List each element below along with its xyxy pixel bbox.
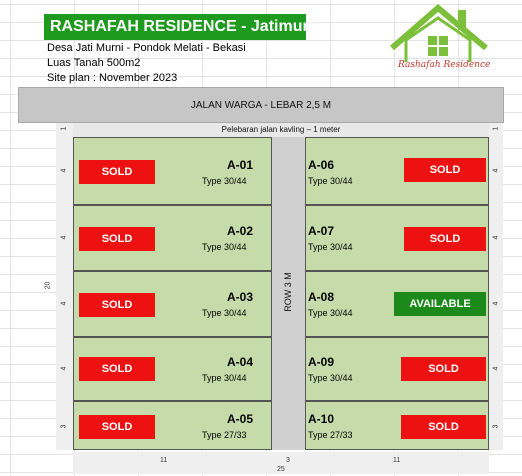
lot-id: A-07 xyxy=(308,224,335,238)
lot-a-09[interactable]: A-09 Type 30/44 SOLD xyxy=(305,337,489,401)
lot-id: A-08 xyxy=(308,290,335,304)
dimension-row-3: 4 xyxy=(60,301,68,306)
dimension-row-width: 3 xyxy=(286,457,290,464)
dimension-total-width: 25 xyxy=(277,466,285,473)
dimension-row-2-right: 4 xyxy=(492,235,500,240)
lot-id: A-05 xyxy=(227,412,254,426)
status-badge: SOLD xyxy=(79,227,155,251)
main-road: JALAN WARGA - LEBAR 2,5 M xyxy=(18,87,504,123)
dimension-row-1: 4 xyxy=(60,168,68,173)
lot-a-03[interactable]: SOLD A-03 Type 30/44 xyxy=(73,271,272,337)
dimension-row-4: 4 xyxy=(60,366,68,371)
lot-id: A-03 xyxy=(227,290,254,304)
lot-a-06[interactable]: A-06 Type 30/44 SOLD xyxy=(305,137,489,205)
lot-id: A-09 xyxy=(308,355,335,369)
dimension-row-2: 4 xyxy=(60,235,68,240)
logo-wordmark: Rashafah Residence xyxy=(398,60,491,70)
lot-id: A-02 xyxy=(227,224,254,238)
lot-a-07[interactable]: A-07 Type 30/44 SOLD xyxy=(305,205,489,271)
lot-a-04[interactable]: SOLD A-04 Type 30/44 xyxy=(73,337,272,401)
lot-type: Type 30/44 xyxy=(308,373,353,383)
status-badge: SOLD xyxy=(401,415,486,439)
lot-a-02[interactable]: SOLD A-02 Type 30/44 xyxy=(73,205,272,271)
status-badge: SOLD xyxy=(401,357,486,381)
lot-type: Type 27/33 xyxy=(308,430,353,440)
lot-id: A-10 xyxy=(308,412,335,426)
status-badge: SOLD xyxy=(404,227,486,251)
road-widening-strip: Pelebaran jalan kavling – 1 meter xyxy=(73,123,489,137)
dimension-row-4-right: 4 xyxy=(492,366,500,371)
lot-type: Type 30/44 xyxy=(202,176,247,186)
lot-a-08[interactable]: A-08 Type 30/44 AVAILABLE xyxy=(305,271,489,337)
dimension-right-col: 11 xyxy=(393,457,401,464)
page-title: RASHAFAH RESIDENCE - Jatimurni xyxy=(44,14,323,40)
dimension-left-col: 11 xyxy=(160,457,168,464)
lot-a-01[interactable]: SOLD A-01 Type 30/44 xyxy=(73,137,272,205)
status-badge: AVAILABLE xyxy=(394,292,486,316)
status-badge: SOLD xyxy=(404,158,486,182)
status-badge: SOLD xyxy=(79,357,155,381)
dimension-top-margin: 1 xyxy=(60,126,68,131)
address-text: Desa Jati Murni - Pondok Melati - Bekasi xyxy=(47,42,246,54)
land-area-text: Luas Tanah 500m2 xyxy=(47,57,141,69)
dimension-row-5: 3 xyxy=(60,424,68,429)
status-badge: SOLD xyxy=(79,160,155,184)
dimension-row-5-right: 3 xyxy=(492,424,500,429)
lot-a-10[interactable]: A-10 Type 27/33 SOLD xyxy=(305,401,489,450)
lot-type: Type 30/44 xyxy=(202,308,247,318)
lot-type: Type 30/44 xyxy=(308,176,353,186)
lot-id: A-01 xyxy=(227,158,254,172)
lot-type: Type 30/44 xyxy=(308,242,353,252)
lot-type: Type 27/33 xyxy=(202,430,247,440)
status-badge: SOLD xyxy=(79,293,155,317)
dimension-row-3-right: 4 xyxy=(492,301,500,306)
lot-type: Type 30/44 xyxy=(202,373,247,383)
lot-id: A-04 xyxy=(227,355,254,369)
dimension-top-margin-right: 1 xyxy=(492,126,500,131)
status-badge: SOLD xyxy=(79,415,155,439)
lot-type: Type 30/44 xyxy=(202,242,247,252)
lot-id: A-06 xyxy=(308,158,335,172)
dimension-left-total: 20 xyxy=(44,281,52,290)
siteplan-date-text: Site plan : November 2023 xyxy=(47,72,178,84)
dimension-row-1-right: 4 xyxy=(492,168,500,173)
lot-a-05[interactable]: SOLD A-05 Type 27/33 xyxy=(73,401,272,450)
row-road-label: ROW 3 M xyxy=(283,272,293,312)
lot-type: Type 30/44 xyxy=(308,308,353,318)
